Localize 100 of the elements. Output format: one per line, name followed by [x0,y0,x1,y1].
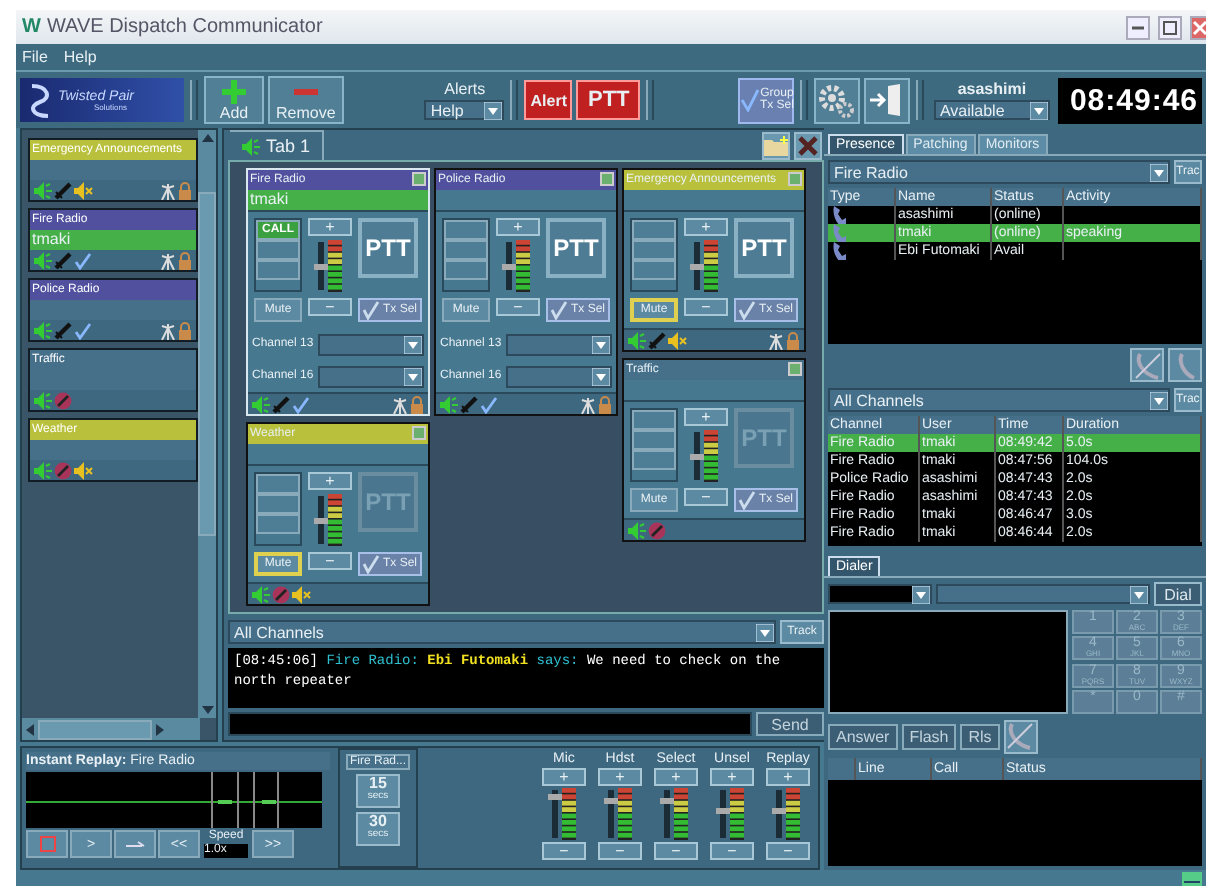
caret-icon [1130,585,1148,603]
volume-down-button[interactable]: − [684,488,728,506]
channel-dropdown[interactable] [318,333,424,355]
slider-thumb[interactable] [604,798,618,804]
volume-up-button[interactable]: + [766,768,810,786]
volume-up-button[interactable]: + [308,218,352,236]
slider-thumb[interactable] [690,454,704,461]
volume-down-button[interactable]: − [308,552,352,570]
volume-down-button[interactable]: − [766,842,810,860]
add-button[interactable]: Add [204,76,264,124]
folder-icon [764,135,788,155]
exit-button[interactable] [863,77,910,123]
status-indicator-icon [600,172,614,186]
slider-thumb[interactable] [690,264,704,271]
volume-down-button[interactable]: − [598,842,642,860]
volume-up-button[interactable]: + [654,768,698,786]
channel-dropdown[interactable] [506,365,612,387]
speaker-icon [34,181,52,199]
volume-slider[interactable] [318,242,324,290]
slider-thumb[interactable] [716,807,730,814]
volume-down-button[interactable]: − [654,842,698,860]
channel-dropdown[interactable] [318,365,424,387]
no-entry-icon [54,461,72,479]
mic-icon [54,321,72,339]
volume-up-button[interactable]: + [598,768,642,786]
menu-item[interactable]: Help [63,48,97,66]
remove-button[interactable]: Remove [268,76,344,124]
group-dropdown[interactable]: Fire Radio [828,160,1170,184]
volume-up-button[interactable]: + [496,218,540,236]
channel-filter-dropdown[interactable]: All Channels [828,388,1170,412]
speaker-icon [628,331,646,349]
hang-up-button[interactable] [1003,719,1038,753]
alert-button[interactable]: Alert [524,80,573,120]
crossed-handset-icon [1133,351,1161,379]
checkmark-icon [480,395,498,413]
ptt-button[interactable]: PTT [358,218,418,278]
volume-slider[interactable] [608,790,614,838]
mic-icon [272,395,290,413]
volume-slider[interactable] [720,790,726,838]
message-input[interactable] [228,712,752,736]
volume-down-button[interactable]: − [684,298,728,316]
alerts-dropdown[interactable]: Help [424,100,505,120]
new-folder-button[interactable] [762,131,790,159]
volume-down-button[interactable]: − [710,842,754,860]
maximize-button[interactable] [1158,15,1182,39]
close-button[interactable] [1190,15,1206,39]
mic-icon [648,331,666,349]
volume-up-button[interactable]: + [308,472,352,490]
crossed-handset-icon [1006,722,1035,750]
volume-slider[interactable] [318,496,324,544]
level-meter [516,240,530,292]
channel-filter-dropdown[interactable]: All Channels [228,620,776,644]
volume-slider[interactable] [694,432,700,480]
muted-speaker-icon [668,331,688,349]
antenna-icon [160,251,176,269]
checkmark-icon [738,300,757,320]
ptt-button[interactable]: PTT [546,218,606,278]
slider-thumb[interactable] [772,807,786,814]
slider-thumb[interactable] [314,518,328,525]
number-dropdown[interactable] [936,584,1150,604]
minimize-button[interactable] [1126,15,1150,39]
vertical-scrollbar[interactable] [198,130,216,718]
slider-thumb[interactable] [502,264,516,271]
volume-slider[interactable] [552,790,558,838]
settings-button[interactable] [813,77,860,123]
menu-item[interactable]: File [22,48,48,66]
horizontal-scrollbar[interactable] [22,718,200,740]
mic-icon [460,395,478,413]
volume-up-button[interactable]: + [684,408,728,426]
volume-down-button[interactable]: − [496,298,540,316]
line-dropdown[interactable] [828,584,932,604]
slider-thumb[interactable] [314,264,328,271]
ptt-button[interactable]: PTT [734,218,794,278]
call-slot [632,430,676,450]
caret-icon [1150,391,1168,409]
door-arrow-icon [868,82,905,118]
skip-button[interactable] [114,830,156,858]
volume-up-button[interactable]: + [684,218,728,236]
volume-up-button[interactable]: + [710,768,754,786]
volume-slider[interactable] [506,242,512,290]
caret-icon [404,335,422,353]
availability-dropdown[interactable]: Available [933,100,1050,120]
status-indicator-icon [412,172,426,186]
close-tab-button[interactable] [794,131,822,159]
volume-down-button[interactable]: − [542,842,586,860]
slider-thumb[interactable] [548,793,562,800]
minimize-icon [1132,25,1144,29]
channel-dropdown[interactable] [506,333,612,355]
call-slot [632,450,676,470]
slider-thumb[interactable] [660,798,674,804]
volume-slider[interactable] [776,790,782,838]
maximize-icon [1162,19,1178,35]
volume-slider[interactable] [694,242,700,290]
volume-up-button[interactable]: + [542,768,586,786]
dial-button[interactable]: Dial [1154,582,1202,606]
level-meter [704,430,718,482]
volume-down-button[interactable]: − [308,298,352,316]
speaker-icon [628,521,646,539]
volume-slider[interactable] [664,790,670,838]
ptt-button[interactable]: PTT [576,80,641,120]
